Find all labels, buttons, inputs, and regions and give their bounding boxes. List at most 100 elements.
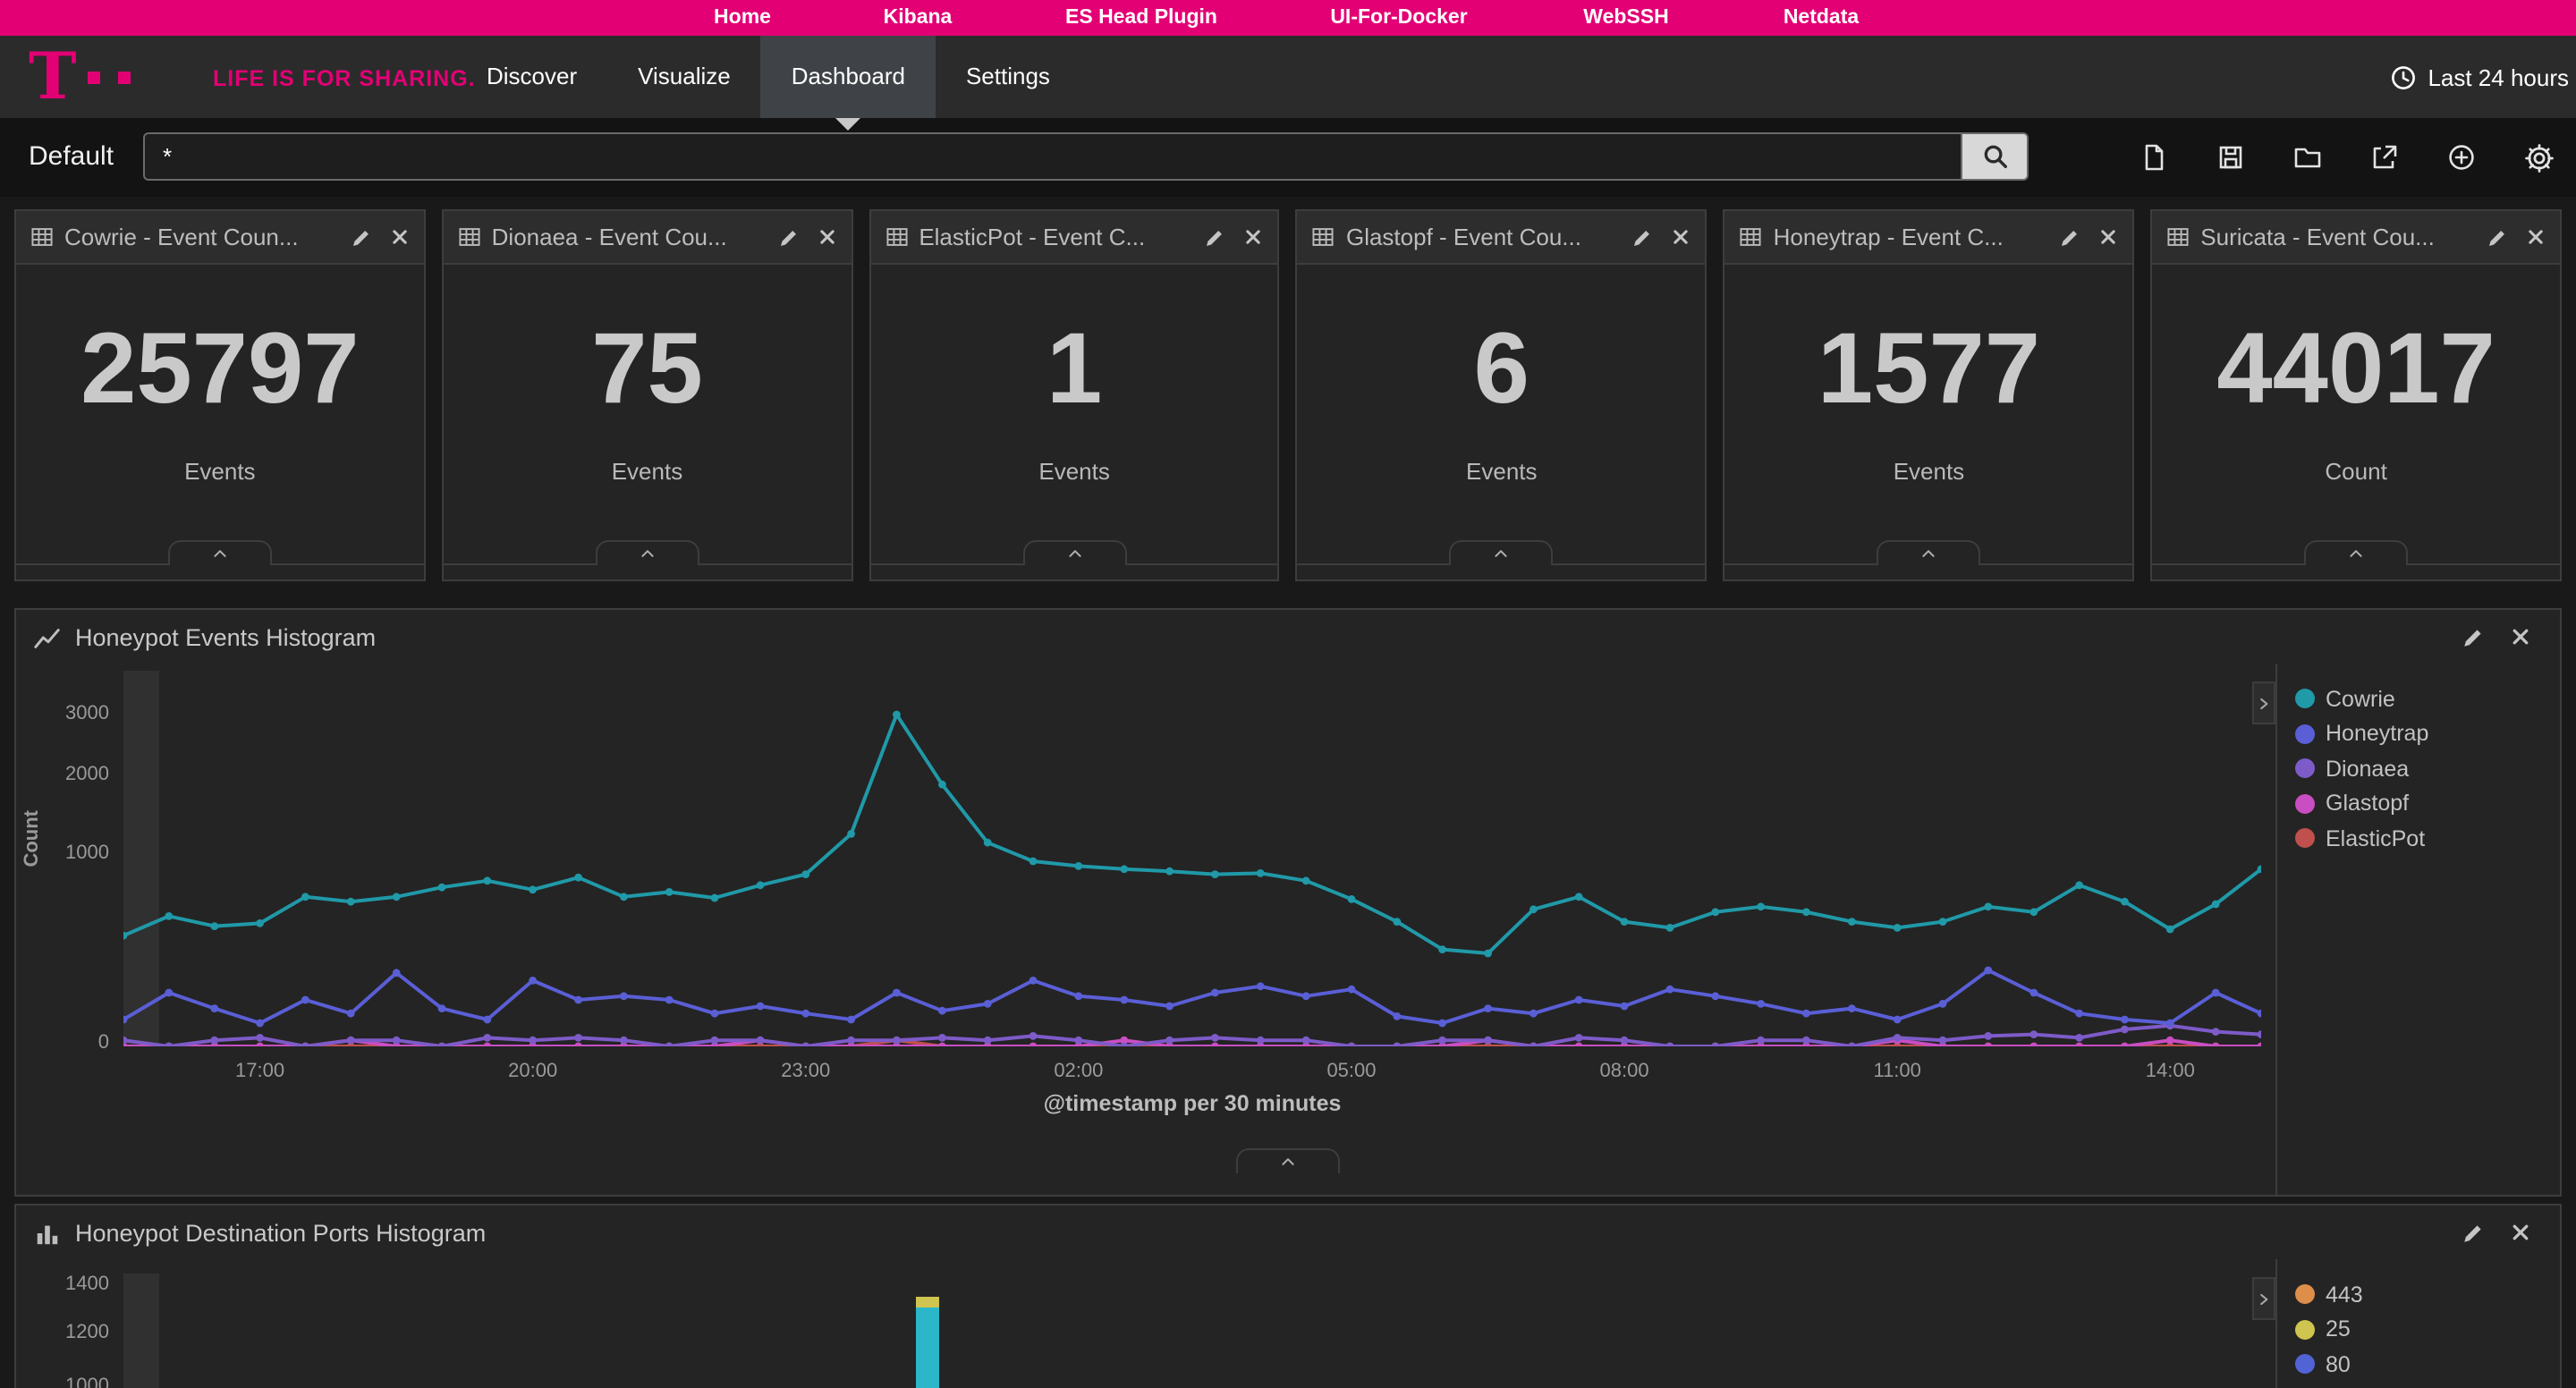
chart-legend: CowrieHoneytrapDionaea Glastopf ElasticPot	[2295, 681, 2428, 856]
collapse-chevron[interactable]	[1236, 1148, 1340, 1173]
table-icon	[1312, 225, 1335, 249]
close-icon[interactable]	[1672, 227, 1691, 247]
chevron-up-icon	[1279, 1154, 1297, 1170]
legend-item[interactable]: 25	[2295, 1312, 2376, 1347]
nav-link-home[interactable]: Home	[714, 0, 771, 36]
y-axis-tick-label: 0	[30, 1032, 109, 1054]
edit-pencil-icon[interactable]	[1632, 226, 1654, 248]
metric-panel-elasticpot: ElasticPot - Event C... 1 Events	[869, 209, 1280, 581]
collapse-chevron[interactable]	[1877, 540, 1980, 565]
brand-tagline: LIFE IS FOR SHARING.	[213, 66, 476, 91]
new-dashboard-icon[interactable]	[2140, 143, 2168, 172]
y-axis-tick-label: 1000	[30, 842, 109, 864]
tab-discover[interactable]: Discover	[456, 36, 607, 118]
x-axis-tick-label: 08:00	[1571, 1061, 1678, 1082]
metric-panel-honeytrap: Honeytrap - Event C... 1577 Events	[1724, 209, 2135, 581]
collapse-chevron[interactable]	[1022, 540, 1126, 565]
histogram-bar[interactable]	[916, 1206, 939, 1388]
metric-value: 75	[444, 318, 852, 419]
collapse-chevron[interactable]	[2304, 540, 2408, 565]
legend-color-dot	[2295, 759, 2315, 779]
chevron-up-icon	[1919, 546, 1937, 562]
legend-color-dot	[2295, 690, 2315, 709]
metric-panel-glastopf: Glastopf - Event Cou... 6 Events	[1296, 209, 1707, 581]
share-dashboard-icon[interactable]	[2370, 143, 2399, 172]
collapse-chevron[interactable]	[168, 540, 272, 565]
close-icon[interactable]	[2526, 227, 2546, 247]
tab-dashboard[interactable]: Dashboard	[761, 36, 936, 118]
chevron-up-icon	[1065, 546, 1083, 562]
events-histogram-panel: Honeypot Events Histogram Count 01000200…	[14, 608, 2562, 1197]
time-range-label: Last 24 hours	[2428, 63, 2569, 90]
collapse-chevron[interactable]	[1450, 540, 1554, 565]
nav-link-netdata[interactable]: Netdata	[1784, 0, 1859, 36]
legend-item[interactable]: Glastopf	[2295, 786, 2428, 821]
y-axis-tick-label: 3000	[30, 703, 109, 724]
nav-link-ui-for-docker[interactable]: UI-For-Docker	[1330, 0, 1467, 36]
chevron-right-icon	[2256, 695, 2272, 711]
table-icon	[30, 225, 54, 249]
metric-panel-dionaea: Dionaea - Event Cou... 75 Events	[442, 209, 853, 581]
options-gear-icon[interactable]	[2524, 142, 2555, 173]
nav-link-webssh[interactable]: WebSSH	[1583, 0, 1668, 36]
metric-panel-cowrie: Cowrie - Event Coun... 25797 Events	[14, 209, 426, 581]
legend-item[interactable]: 443	[2295, 1277, 2376, 1312]
legend-item[interactable]: 2223	[2295, 1382, 2376, 1388]
close-icon[interactable]	[390, 227, 410, 247]
kibana-dashboard-app: Home Kibana ES Head Plugin UI-For-Docker…	[0, 0, 2576, 1388]
tab-settings[interactable]: Settings	[936, 36, 1080, 118]
legend-label: 443	[2326, 1282, 2363, 1308]
add-visualization-icon[interactable]	[2447, 143, 2476, 172]
edit-pencil-icon[interactable]	[2059, 226, 2080, 248]
chevron-up-icon	[638, 546, 656, 562]
query-bar: Default	[0, 118, 2576, 197]
edit-pencil-icon[interactable]	[2462, 625, 2485, 648]
legend-collapse-button[interactable]	[2252, 1277, 2275, 1320]
table-icon	[1740, 225, 1763, 249]
edit-pencil-icon[interactable]	[2487, 226, 2508, 248]
legend-item[interactable]: Dionaea	[2295, 751, 2428, 786]
y-axis-tick-label: 2000	[30, 764, 109, 785]
legend-item[interactable]: ElasticPot	[2295, 821, 2428, 856]
y-axis-tick-label: 1000	[30, 1375, 109, 1388]
panel-title: ElasticPot - Event C...	[919, 224, 1194, 250]
ports-histogram-panel: Honeypot Destination Ports Histogram 140…	[14, 1204, 2562, 1388]
edit-pencil-icon[interactable]	[1205, 226, 1226, 248]
line-chart-plot[interactable]	[123, 671, 2261, 1046]
bar-segment	[916, 1307, 939, 1388]
close-icon[interactable]	[2098, 227, 2118, 247]
metric-unit: Events	[444, 458, 852, 485]
app-nav-bar: T LIFE IS FOR SHARING. Discover Visualiz…	[0, 36, 2576, 118]
legend-collapse-button[interactable]	[2252, 681, 2275, 724]
legend-color-dot	[2295, 1285, 2315, 1305]
save-dashboard-icon[interactable]	[2216, 143, 2245, 172]
x-axis-tick-label: 23:00	[752, 1061, 860, 1082]
legend-item[interactable]: 80	[2295, 1347, 2376, 1382]
open-dashboard-icon[interactable]	[2293, 143, 2322, 172]
line-chart-icon	[34, 623, 61, 650]
close-icon[interactable]	[817, 227, 836, 247]
legend-label: Glastopf	[2326, 791, 2409, 817]
tab-visualize[interactable]: Visualize	[607, 36, 761, 118]
panel-title: Suricata - Event Cou...	[2200, 224, 2476, 250]
metric-value: 1	[870, 318, 1278, 419]
x-axis-tick-label: 17:00	[207, 1061, 314, 1082]
query-input[interactable]	[143, 132, 1961, 181]
nav-link-kibana[interactable]: Kibana	[884, 0, 953, 36]
metric-unit: Events	[1298, 458, 1706, 485]
edit-pencil-icon[interactable]	[351, 226, 372, 248]
edit-pencil-icon[interactable]	[777, 226, 799, 248]
close-icon[interactable]	[2510, 626, 2531, 647]
legend-color-dot	[2295, 794, 2315, 814]
search-button[interactable]	[1961, 132, 2029, 181]
x-axis-tick-label: 20:00	[479, 1061, 587, 1082]
x-axis-tick-label: 11:00	[1843, 1061, 1951, 1082]
panel-title: Cowrie - Event Coun...	[64, 224, 340, 250]
legend-item[interactable]: Honeytrap	[2295, 716, 2428, 751]
legend-item[interactable]: Cowrie	[2295, 681, 2428, 716]
time-range-picker[interactable]: Last 24 hours	[2390, 36, 2569, 118]
bar-chart-plot[interactable]	[16, 1206, 2560, 1388]
close-icon[interactable]	[1244, 227, 1264, 247]
collapse-chevron[interactable]	[595, 540, 699, 565]
nav-link-es-head-plugin[interactable]: ES Head Plugin	[1065, 0, 1217, 36]
